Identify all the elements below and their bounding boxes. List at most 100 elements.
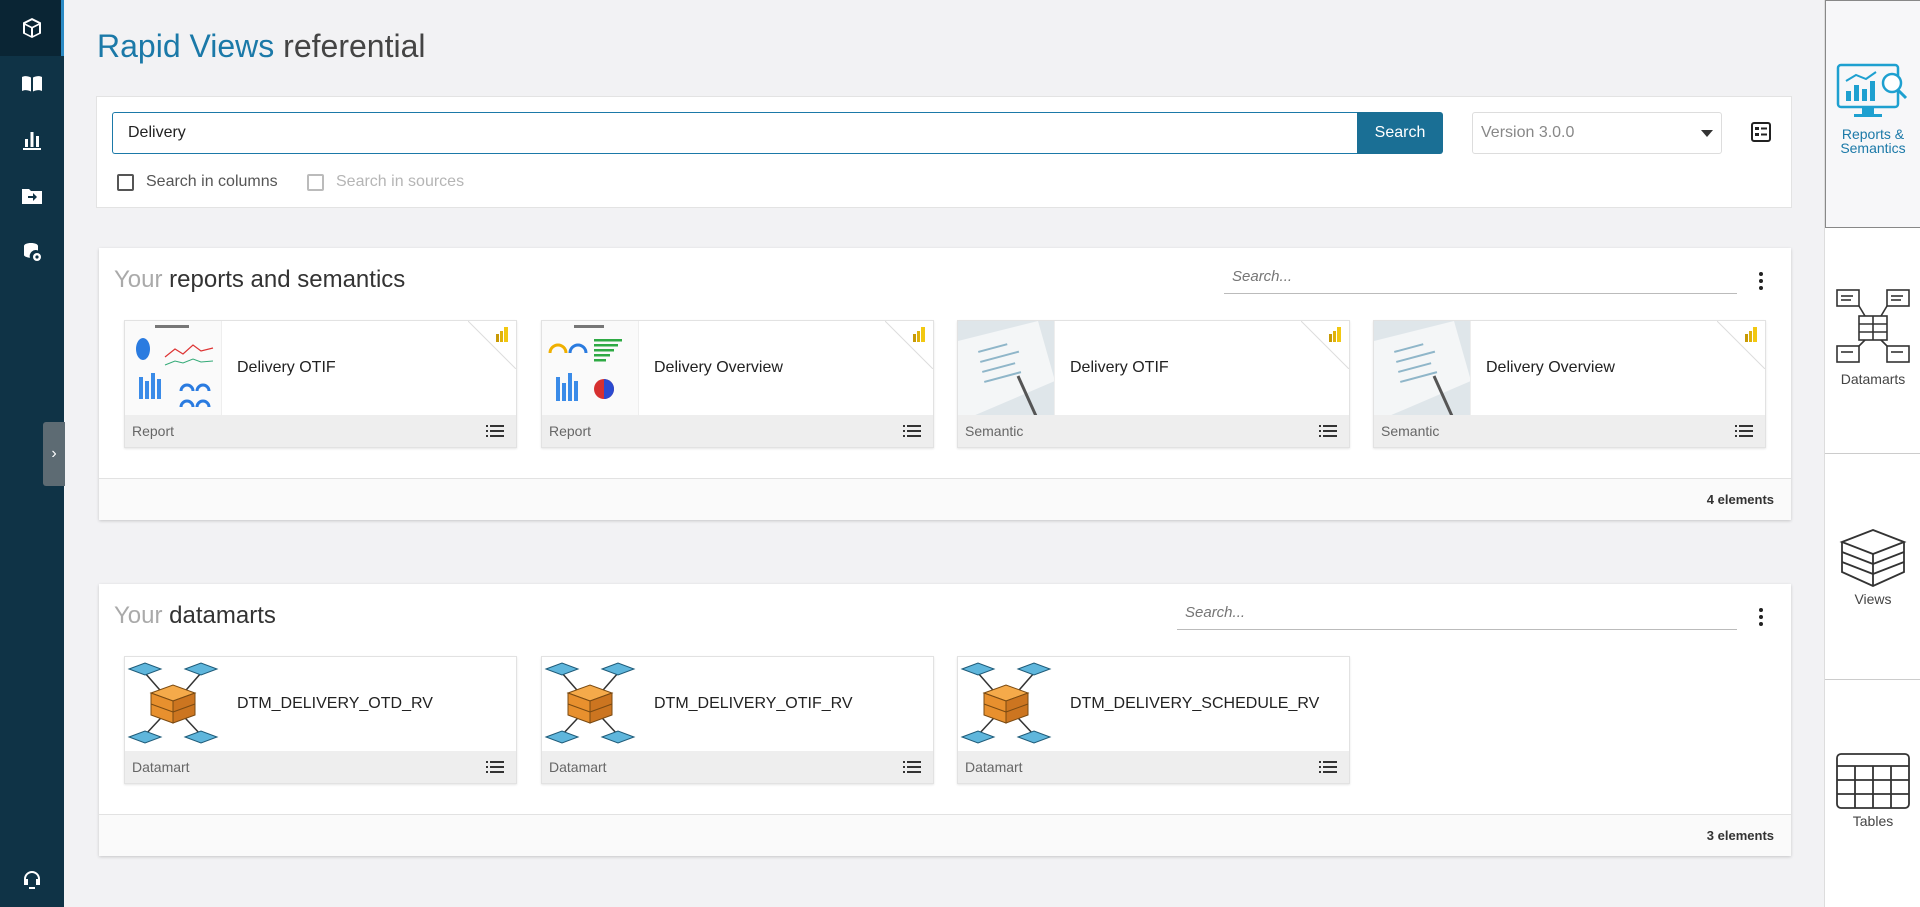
card-footer: Datamart bbox=[542, 751, 933, 783]
card-footer: Semantic bbox=[958, 415, 1349, 447]
search-in-sources-checkbox bbox=[307, 173, 324, 191]
list-menu-icon[interactable] bbox=[486, 761, 504, 773]
sidebar-item-dashboards[interactable] bbox=[0, 112, 64, 168]
card-corner-decoration bbox=[1717, 321, 1765, 369]
card-type-label: Datamart bbox=[965, 759, 1023, 775]
card-title: DTM_DELIVERY_OTD_RV bbox=[237, 695, 433, 712]
right-panel-item-tables[interactable]: Tables bbox=[1825, 680, 1920, 907]
card-type-label: Datamart bbox=[549, 759, 607, 775]
card-footer: Datamart bbox=[958, 751, 1349, 783]
right-panel-item-views[interactable]: Views bbox=[1825, 454, 1920, 680]
list-menu-icon[interactable] bbox=[903, 761, 921, 773]
right-panel: Reports & Semantics Datamarts Views Tabl… bbox=[1824, 0, 1920, 907]
version-select[interactable]: Version 3.0.0 bbox=[1472, 112, 1722, 154]
page-title-brand: Rapid Views bbox=[97, 28, 275, 64]
reports-section-title: Your reports and semantics bbox=[114, 266, 405, 294]
right-panel-item-reports-semantics[interactable]: Reports & Semantics bbox=[1825, 0, 1920, 228]
list-menu-icon[interactable] bbox=[903, 425, 921, 437]
page-title-suffix: referential bbox=[283, 28, 426, 64]
right-panel-item-datamarts[interactable]: Datamarts bbox=[1825, 228, 1920, 454]
search-input[interactable] bbox=[112, 112, 1357, 154]
power-bi-icon bbox=[913, 327, 925, 342]
card-corner-decoration bbox=[885, 321, 933, 369]
sidebar-item-exports[interactable] bbox=[0, 168, 64, 224]
datamart-star-schema-icon bbox=[125, 657, 222, 752]
reports-more-options-button[interactable] bbox=[1751, 268, 1771, 294]
sidebar-expand-toggle[interactable]: › bbox=[43, 422, 65, 486]
datamarts-section-footer: 3 elements bbox=[99, 814, 1791, 856]
datamarts-section-title: Your datamarts bbox=[114, 602, 276, 630]
card-title: DTM_DELIVERY_OTIF_RV bbox=[654, 695, 853, 712]
datamart-star-schema-icon bbox=[542, 657, 639, 752]
datamart-star-schema-icon bbox=[958, 657, 1055, 752]
right-panel-label: Tables bbox=[1852, 813, 1894, 829]
section-title-prefix: Your bbox=[114, 266, 163, 293]
search-in-sources-label: Search in sources bbox=[336, 173, 465, 190]
chevron-right-icon: › bbox=[51, 445, 57, 462]
book-icon bbox=[22, 76, 42, 92]
search-in-columns-option[interactable]: Search in columns bbox=[117, 173, 278, 191]
report-dashboard-thumbnail bbox=[125, 321, 222, 416]
list-menu-icon[interactable] bbox=[1319, 761, 1337, 773]
report-dashboard-thumbnail bbox=[542, 321, 639, 416]
card-corner-decoration bbox=[468, 321, 516, 369]
card-title: Delivery Overview bbox=[1486, 359, 1615, 376]
power-bi-icon bbox=[1745, 327, 1757, 342]
main-content: Rapid Views referential Search Version 3… bbox=[64, 0, 1824, 907]
semantic-card[interactable]: Delivery Overview Semantic bbox=[1373, 320, 1766, 448]
card-title: DTM_DELIVERY_SCHEDULE_RV bbox=[1070, 695, 1320, 712]
card-type-label: Datamart bbox=[132, 759, 190, 775]
search-button[interactable]: Search bbox=[1357, 112, 1443, 154]
card-title: Delivery Overview bbox=[654, 359, 783, 376]
card-footer: Report bbox=[542, 415, 933, 447]
datamart-card[interactable]: DTM_DELIVERY_SCHEDULE_RV Datamart bbox=[957, 656, 1350, 784]
search-in-sources-option: Search in sources bbox=[307, 173, 464, 191]
card-type-label: Report bbox=[549, 423, 592, 439]
card-type-label: Semantic bbox=[965, 423, 1024, 439]
datamarts-search-input[interactable] bbox=[1177, 596, 1737, 630]
datamart-card[interactable]: DTM_DELIVERY_OTIF_RV Datamart bbox=[541, 656, 934, 784]
reports-section: Your reports and semantics Search... Del… bbox=[99, 248, 1791, 520]
section-title-main: datamarts bbox=[169, 602, 276, 629]
power-bi-icon bbox=[1329, 327, 1341, 342]
report-card[interactable]: Delivery OTIF Report bbox=[124, 320, 517, 448]
sidebar-item-data-settings[interactable] bbox=[0, 224, 64, 280]
sidebar-item-referential[interactable] bbox=[0, 0, 64, 56]
cube-icon bbox=[23, 18, 41, 38]
datamart-card[interactable]: DTM_DELIVERY_OTD_RV Datamart bbox=[124, 656, 517, 784]
card-title: Delivery OTIF bbox=[1070, 359, 1169, 376]
card-title: Delivery OTIF bbox=[237, 359, 336, 376]
page-title: Rapid Views referential bbox=[97, 28, 425, 65]
report-card[interactable]: Delivery Overview Report bbox=[541, 320, 934, 448]
caret-down-icon bbox=[1701, 129, 1713, 137]
semantic-card[interactable]: Delivery OTIF Semantic bbox=[957, 320, 1350, 448]
search-in-columns-checkbox[interactable] bbox=[117, 173, 134, 191]
reports-search-input[interactable] bbox=[1224, 260, 1737, 294]
folder-export-icon bbox=[22, 189, 42, 204]
datamarts-icon bbox=[1836, 289, 1910, 363]
database-settings-icon bbox=[24, 243, 41, 261]
right-panel-label: Datamarts bbox=[1840, 371, 1906, 387]
card-type-label: Report bbox=[132, 423, 175, 439]
reports-section-footer: 4 elements bbox=[99, 478, 1791, 520]
right-panel-label: Reports & Semantics bbox=[1840, 126, 1906, 156]
views-cube-icon bbox=[1839, 529, 1907, 587]
list-menu-icon[interactable] bbox=[486, 425, 504, 437]
list-menu-icon[interactable] bbox=[1735, 425, 1753, 437]
reports-count-label: 4 elements bbox=[1706, 492, 1774, 507]
power-bi-icon bbox=[496, 327, 508, 342]
datamarts-more-options-button[interactable] bbox=[1751, 604, 1771, 630]
card-corner-decoration bbox=[1301, 321, 1349, 369]
card-footer: Datamart bbox=[125, 751, 516, 783]
tables-grid-icon bbox=[1836, 753, 1910, 809]
search-panel: Search Version 3.0.0 Search in columns S… bbox=[96, 96, 1792, 208]
card-footer: Semantic bbox=[1374, 415, 1765, 447]
version-select-value: Version 3.0.0 bbox=[1481, 124, 1575, 141]
list-menu-icon[interactable] bbox=[1319, 425, 1337, 437]
reports-monitor-icon bbox=[1836, 63, 1908, 117]
list-view-toggle-icon[interactable] bbox=[1750, 121, 1772, 143]
sidebar-item-documentation[interactable] bbox=[0, 56, 64, 112]
semantic-document-thumbnail bbox=[1374, 321, 1471, 416]
sidebar-item-support[interactable] bbox=[0, 852, 64, 907]
datamarts-section: Your datamarts DTM_DELIVERY_OTD_RV bbox=[99, 584, 1791, 856]
